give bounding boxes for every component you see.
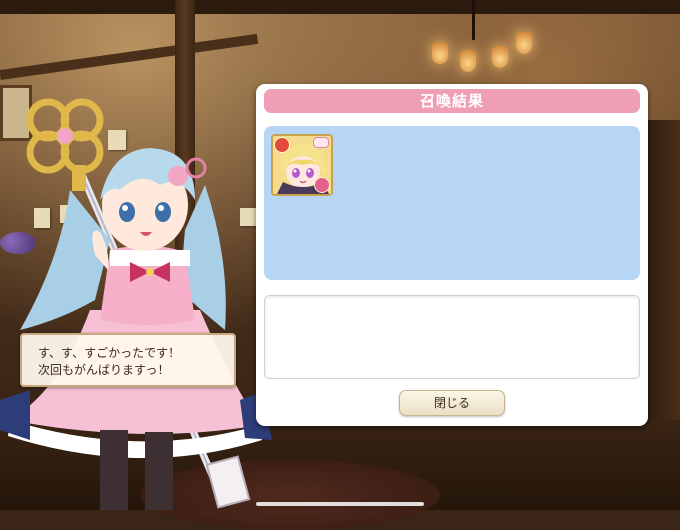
element-badge-icon	[314, 177, 330, 193]
lamp-icon	[516, 32, 532, 54]
tag-icon	[313, 137, 329, 148]
chandelier-rod	[472, 0, 475, 40]
summon-result-dialog: 召喚結果 閉じる	[256, 84, 648, 426]
home-indicator[interactable]	[256, 502, 424, 506]
result-cards-area	[264, 126, 640, 280]
speech-bubble: す、す、すごかったです！ 次回もがんばりますっ！	[20, 333, 236, 387]
lamp-icon	[492, 46, 508, 68]
rarity-badge-icon	[274, 137, 290, 153]
dialog-title: 召喚結果	[264, 89, 640, 113]
character-illustration	[0, 98, 272, 510]
lamp-icon	[432, 42, 448, 64]
result-card[interactable]	[271, 134, 333, 196]
speech-line-1: す、す、すごかったです！	[38, 346, 181, 360]
lamp-icon	[460, 50, 476, 72]
speech-line-2: 次回もがんばりますっ！	[38, 363, 170, 377]
key-staff-icon	[26, 98, 104, 191]
navigator-character	[0, 0, 300, 510]
close-button[interactable]: 閉じる	[399, 390, 505, 416]
result-message-box	[264, 295, 640, 379]
